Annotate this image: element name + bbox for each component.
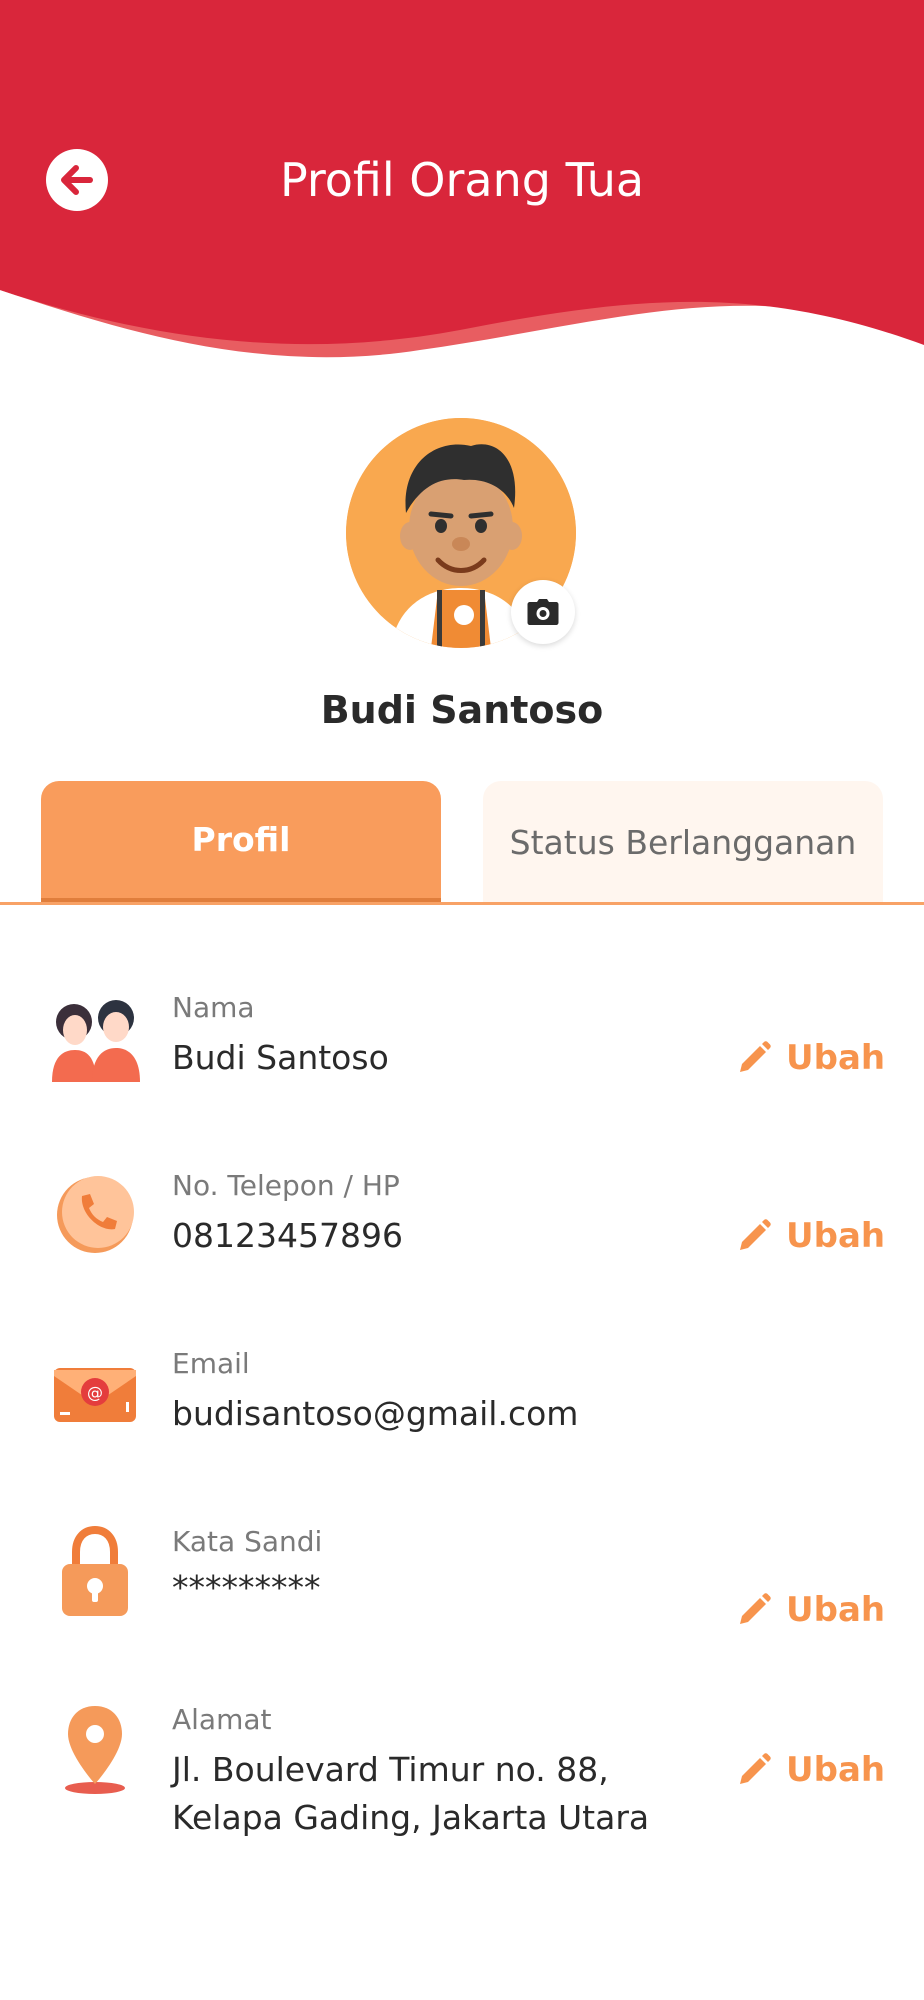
location-pin-icon	[65, 1706, 125, 1794]
edit-label: Ubah	[786, 1750, 886, 1790]
field-value: *********	[172, 1568, 321, 1607]
tab-profil[interactable]: Profil	[41, 781, 441, 903]
edit-telepon-button[interactable]: Ubah	[736, 1214, 885, 1258]
lock-icon	[62, 1525, 128, 1616]
avatar-container	[346, 418, 576, 648]
camera-icon	[527, 599, 559, 625]
field-label: Nama	[172, 991, 255, 1024]
parents-icon	[52, 1000, 140, 1082]
pencil-icon	[740, 1593, 771, 1624]
email-icon: @	[54, 1368, 136, 1422]
field-label: Alamat	[172, 1703, 272, 1736]
change-photo-button[interactable]	[511, 580, 575, 644]
field-value: 08123457896	[172, 1216, 403, 1255]
field-label: Email	[172, 1347, 250, 1380]
field-value-line-1: Jl. Boulevard Timur no. 88,	[172, 1750, 609, 1789]
edit-label: Ubah	[786, 1590, 886, 1630]
tabs-divider	[0, 902, 924, 905]
svg-text:@: @	[87, 1383, 103, 1402]
pencil-icon	[740, 1041, 771, 1072]
user-name: Budi Santoso	[320, 688, 604, 732]
field-label: No. Telepon / HP	[172, 1169, 400, 1202]
field-label: Kata Sandi	[172, 1525, 323, 1558]
edit-nama-button[interactable]: Ubah	[736, 1036, 885, 1080]
phone-icon	[57, 1176, 134, 1253]
tab-status-berlangganan[interactable]: Status Berlangganan	[483, 781, 883, 903]
pencil-icon	[740, 1753, 771, 1784]
edit-kata-sandi-button[interactable]: Ubah	[736, 1588, 885, 1632]
page-title: Profil Orang Tua	[279, 153, 645, 207]
edit-label: Ubah	[786, 1038, 886, 1078]
edit-alamat-button[interactable]: Ubah	[736, 1748, 885, 1792]
field-value: budisantoso@gmail.com	[172, 1394, 579, 1433]
edit-label: Ubah	[786, 1216, 886, 1256]
field-value: Budi Santoso	[172, 1038, 389, 1077]
pencil-icon	[740, 1219, 771, 1250]
field-value-line-2: Kelapa Gading, Jakarta Utara	[172, 1798, 650, 1837]
